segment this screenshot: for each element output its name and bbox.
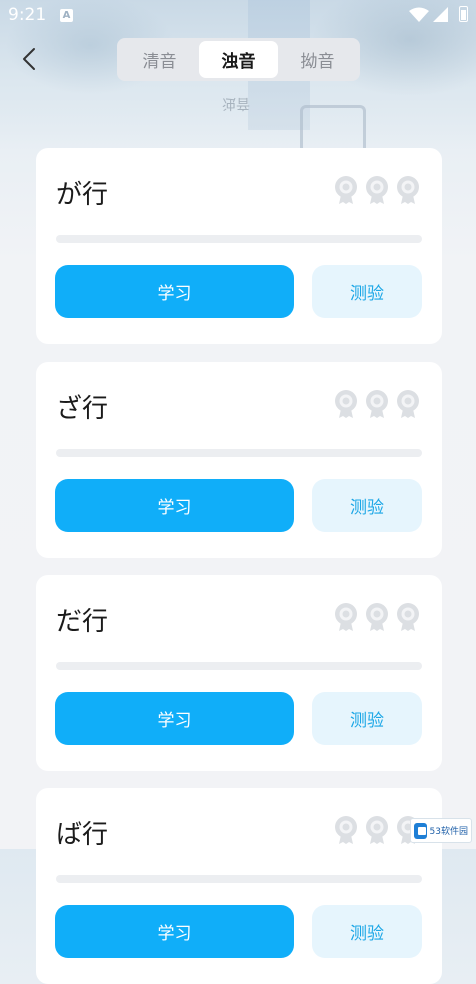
tab-youon[interactable]: 拗音 [278, 41, 357, 78]
study-button[interactable]: 学习 [55, 905, 294, 958]
study-button[interactable]: 学习 [55, 692, 294, 745]
row-card-ga: が行 学习 测验 [36, 148, 442, 344]
row-title: ば行 [56, 820, 109, 850]
medal-icon [335, 603, 357, 631]
medal-icon [366, 176, 388, 204]
row-title: ざ行 [56, 394, 109, 424]
wifi-icon [409, 7, 429, 22]
row-card-za: ざ行 学习 测验 [36, 362, 442, 558]
medal-group [334, 389, 420, 419]
medal-icon [397, 390, 419, 418]
row-title: が行 [56, 180, 109, 210]
back-button[interactable] [14, 44, 44, 74]
status-bar: 9:21 A [0, 0, 476, 30]
medal-icon [397, 176, 419, 204]
tab-seion[interactable]: 清音 [120, 41, 199, 78]
quiz-button[interactable]: 测验 [312, 265, 422, 318]
watermark-logo-icon [414, 822, 427, 839]
battery-icon [459, 6, 468, 22]
medal-icon [366, 603, 388, 631]
progress-bar [56, 449, 422, 457]
medal-group [334, 815, 420, 845]
kana-type-tabs: 清音 浊音 拗音 [117, 38, 360, 81]
status-time: 9:21 [8, 5, 47, 25]
signal-icon [433, 7, 448, 22]
quiz-button[interactable]: 测验 [312, 692, 422, 745]
progress-bar [56, 235, 422, 243]
watermark-text: 53软件园 [429, 827, 468, 837]
watermark: 53软件园 [410, 818, 472, 843]
notification-icon: A [60, 9, 73, 22]
chevron-left-icon [23, 48, 35, 70]
study-button[interactable]: 学习 [55, 479, 294, 532]
medal-group [334, 175, 420, 205]
medal-icon [335, 176, 357, 204]
progress-bar [56, 875, 422, 883]
background-structure [300, 105, 366, 148]
row-title: だ行 [56, 607, 109, 637]
medal-group [334, 602, 420, 632]
medal-icon [366, 816, 388, 844]
quiz-button[interactable]: 测验 [312, 905, 422, 958]
medal-icon [397, 603, 419, 631]
mirrored-title: 浊音 [222, 95, 250, 111]
row-card-ba: ば行 学习 测验 [36, 788, 442, 984]
medal-icon [366, 390, 388, 418]
study-button[interactable]: 学习 [55, 265, 294, 318]
medal-icon [335, 390, 357, 418]
quiz-button[interactable]: 测验 [312, 479, 422, 532]
medal-icon [335, 816, 357, 844]
tab-dakuon[interactable]: 浊音 [199, 41, 278, 78]
progress-bar [56, 662, 422, 670]
row-card-da: だ行 学习 测验 [36, 575, 442, 771]
